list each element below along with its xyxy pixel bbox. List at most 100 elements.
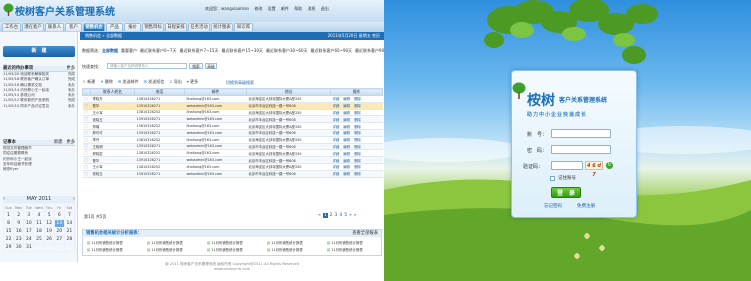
table-row[interactable]: □ 曹华 13910326271 webadmin@163.com 北京市丰台区科技一路…: [82, 156, 383, 164]
row-action-详细[interactable]: 详细: [333, 131, 340, 135]
filter-item[interactable]: 最近联系客户60~90天: [311, 48, 353, 53]
row-action-编辑[interactable]: 编辑: [343, 97, 350, 101]
tab-5[interactable]: 产品: [106, 23, 123, 31]
refresh-icon[interactable]: ↻: [606, 162, 613, 169]
calendar-day[interactable]: 8: [2, 219, 15, 228]
page-link[interactable]: »: [349, 213, 352, 218]
page-link[interactable]: 4: [339, 213, 342, 218]
calendar-day[interactable]: 9: [13, 219, 25, 228]
row-action-详细[interactable]: 详细: [333, 97, 340, 101]
row-action-删除[interactable]: 删除: [354, 125, 361, 129]
calendar-day[interactable]: 13: [53, 219, 65, 228]
top-item-settings[interactable]: 设置: [268, 6, 276, 11]
calendar-day[interactable]: 11: [33, 219, 45, 228]
tab-11[interactable]: 知识库: [234, 23, 253, 31]
report-item[interactable]: ▥ 11月份销售统计报表: [327, 247, 363, 252]
contact-name[interactable]: 郑娟: [90, 122, 135, 130]
calendar-day[interactable]: 6: [53, 211, 65, 220]
calendar-day[interactable]: 22: [2, 235, 15, 244]
tab-2[interactable]: 联系人: [45, 23, 64, 31]
row-action-详细[interactable]: 详细: [333, 125, 340, 129]
filter-item[interactable]: 最近联系客户30~60天: [266, 48, 308, 53]
filter-item[interactable]: 最近联系客户7~15天: [179, 48, 218, 53]
row-action-详细[interactable]: 详细: [333, 118, 340, 122]
row-action-编辑[interactable]: 编辑: [343, 172, 350, 176]
row-checkbox[interactable]: □: [82, 109, 91, 117]
advanced-button[interactable]: 高级: [205, 63, 217, 69]
row-action-删除[interactable]: 删除: [354, 111, 361, 115]
toolbar-button[interactable]: ✉ 发送短信: [144, 79, 165, 84]
page-link[interactable]: 5: [344, 213, 347, 218]
report-item[interactable]: ▥ 11月份销售统计报表: [267, 247, 303, 252]
filter-item[interactable]: 最近联系客户0~7天: [140, 48, 176, 53]
row-action-详细[interactable]: 详细: [333, 138, 340, 142]
account-input[interactable]: [551, 129, 611, 138]
row-checkbox[interactable]: □: [82, 95, 91, 103]
search-button[interactable]: 搜索: [189, 63, 203, 69]
filter-item[interactable]: 重要客户: [121, 48, 137, 53]
row-checkbox[interactable]: □: [82, 129, 91, 137]
tab-6[interactable]: 报价: [124, 23, 141, 31]
calendar-day[interactable]: 28: [63, 235, 76, 244]
row-checkbox[interactable]: □: [82, 156, 91, 164]
row-action-编辑[interactable]: 编辑: [343, 152, 350, 156]
tab-8[interactable]: 日程安排: [165, 23, 187, 31]
page-link[interactable]: «: [318, 213, 321, 218]
toolbar-button[interactable]: ⇩ 导出: [169, 79, 182, 84]
toggle-advanced-link[interactable]: 切换到高级搜索: [226, 80, 254, 86]
row-action-删除[interactable]: 删除: [354, 131, 361, 135]
row-action-详细[interactable]: 详细: [333, 104, 340, 108]
calendar-day[interactable]: 31: [23, 243, 35, 252]
top-item-help[interactable]: 帮助: [294, 6, 302, 11]
filter-item[interactable]: 全部数据: [102, 48, 118, 53]
calendar-day[interactable]: 18: [33, 227, 45, 236]
table-row[interactable]: □ 张晓玉 13910326271 webadmin@163.com 北京市丰台区科技一…: [82, 170, 383, 178]
calendar-day[interactable]: 27: [53, 235, 65, 244]
contact-name[interactable]: 曹华: [90, 102, 135, 110]
row-checkbox[interactable]: □: [82, 115, 91, 124]
contact-name[interactable]: 李丹: [90, 136, 135, 144]
row-action-详细[interactable]: 详细: [333, 159, 340, 163]
tab-1[interactable]: 潜在客户: [22, 23, 44, 31]
report-item[interactable]: ▥ 11月份销售统计报表: [147, 247, 183, 252]
report-item[interactable]: ▥ 11月份销售统计报表: [267, 240, 303, 245]
row-action-编辑[interactable]: 编辑: [343, 131, 350, 135]
calendar-day[interactable]: 20: [53, 227, 65, 236]
row-checkbox[interactable]: □: [82, 143, 91, 151]
table-row[interactable]: □ 张晓玉 13910326271 webadmin@163.com 北京市丰台区科技一…: [82, 115, 383, 124]
row-action-编辑[interactable]: 编辑: [343, 165, 350, 169]
calendar-day[interactable]: 16: [13, 227, 25, 236]
tab-9[interactable]: 任务活动: [188, 23, 210, 31]
captcha-image[interactable]: 4 6 d 7: [585, 161, 603, 178]
contact-name[interactable]: 王小军: [90, 109, 135, 117]
contact-name[interactable]: 王晓明: [90, 143, 135, 151]
row-action-编辑[interactable]: 编辑: [343, 159, 350, 163]
row-action-删除[interactable]: 删除: [354, 104, 361, 108]
calendar-day[interactable]: 15: [2, 227, 15, 236]
top-item-mail[interactable]: 邮件: [281, 6, 289, 11]
row-action-详细[interactable]: 详细: [333, 165, 340, 169]
row-action-编辑[interactable]: 编辑: [343, 125, 350, 129]
tab-10[interactable]: 统计图表: [211, 23, 233, 31]
contact-name[interactable]: 邢可可: [90, 129, 135, 137]
report-item[interactable]: ▥ 11月份销售统计报表: [147, 240, 183, 245]
report-item[interactable]: ▥ 11月份销售统计报表: [87, 240, 123, 245]
calendar-day[interactable]: 1: [2, 211, 15, 220]
search-input[interactable]: 请输入客户名称或联系人: [107, 63, 187, 69]
table-row[interactable]: □ 李丹 13810326252 lihaitong@163.com 北京海淀区大钟寺国…: [82, 136, 383, 144]
contact-name[interactable]: 曹华: [90, 156, 135, 164]
calendar-day[interactable]: 10: [23, 219, 35, 228]
calendar-day[interactable]: 7: [63, 211, 76, 220]
password-input[interactable]: [551, 145, 611, 154]
contact-name[interactable]: 张晓玉: [90, 115, 135, 124]
row-action-删除[interactable]: 删除: [354, 138, 361, 142]
row-action-删除[interactable]: 删除: [354, 145, 361, 149]
row-action-删除[interactable]: 删除: [354, 159, 361, 163]
report-item[interactable]: ▥ 11月份销售统计报表: [207, 240, 243, 245]
row-checkbox[interactable]: □: [82, 149, 91, 158]
table-row[interactable]: □ 王小军 13810326252 lihaitong@163.com 北京海淀区大钟寺…: [82, 109, 383, 117]
report-item[interactable]: ▥ 11月份销售统计报表: [327, 240, 363, 245]
row-checkbox[interactable]: □: [82, 136, 91, 144]
row-checkbox[interactable]: □: [82, 122, 91, 130]
tab-4[interactable]: 销售机会: [83, 23, 105, 31]
